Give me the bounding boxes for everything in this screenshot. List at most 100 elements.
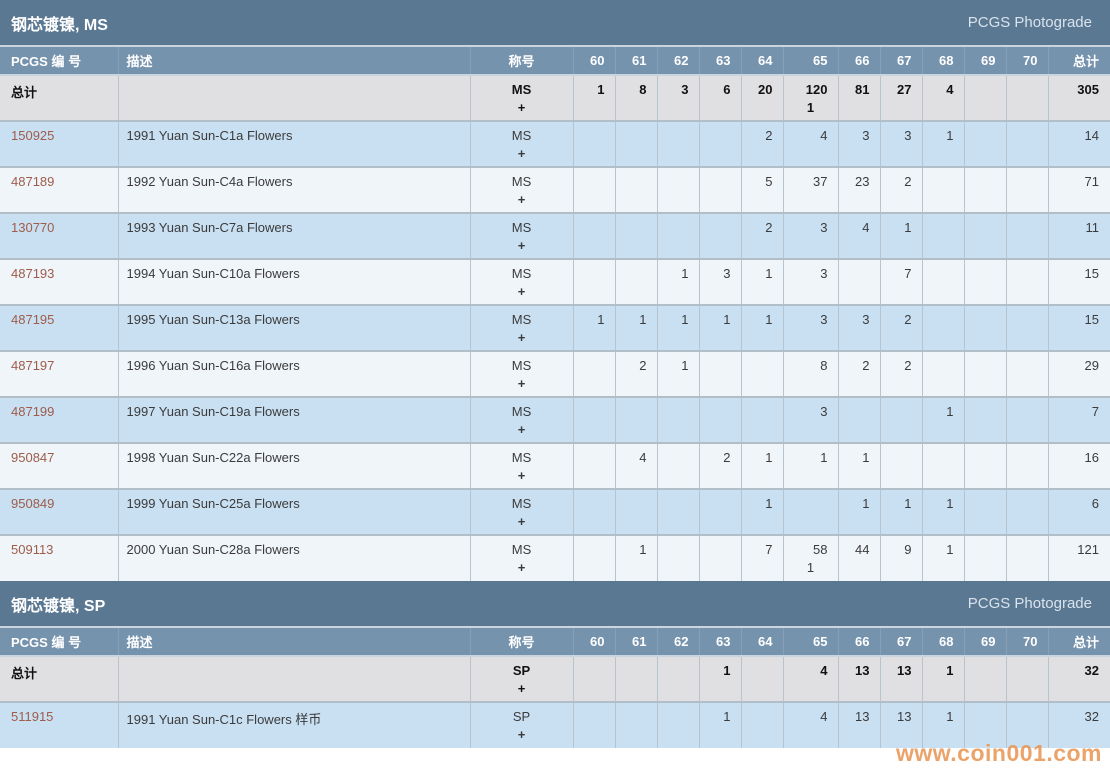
grade-61-cell: 4	[615, 443, 657, 489]
pcgs-number-link[interactable]: 511915	[11, 709, 53, 724]
sp-section-title: 钢芯镀镍, SP	[11, 592, 105, 616]
grade-60-cell: 1	[573, 305, 615, 351]
table-row: 487197 1996 Yuan Sun-C16a Flowers MS+ 2 …	[0, 351, 1110, 397]
grade-64-cell: 2	[741, 121, 783, 167]
designation-cell: SP+	[470, 702, 573, 748]
photograde-link[interactable]: PCGS Photograde	[968, 14, 1092, 31]
totals-grade-61: 8	[615, 75, 657, 121]
grade-64-cell: 5	[741, 167, 783, 213]
grade-62-cell	[657, 702, 699, 748]
grade-66-cell	[838, 259, 880, 305]
grade-60-cell	[573, 213, 615, 259]
coin-description: 1999 Yuan Sun-C25a Flowers	[118, 489, 470, 535]
grade-67-cell: 3	[880, 121, 922, 167]
col-header-designation: 称号	[470, 47, 573, 75]
grade-67-cell	[880, 397, 922, 443]
pcgs-number-link[interactable]: 487195	[11, 312, 54, 327]
designation-cell: MS+	[470, 213, 573, 259]
pcgs-number-link[interactable]: 487193	[11, 266, 54, 281]
col-header-grade-64: 64	[741, 47, 783, 75]
grade-62-cell	[657, 443, 699, 489]
col-header-grade-69: 69	[964, 628, 1006, 656]
pcgs-number-link[interactable]: 487199	[11, 404, 54, 419]
grade-70-cell	[1006, 351, 1048, 397]
totals-total: 32	[1048, 656, 1110, 702]
grade-69-cell	[964, 351, 1006, 397]
ms-section: 钢芯镀镍, MS PCGS Photograde PCGS 编 号 描述 称号 …	[0, 0, 1110, 581]
col-header-grade-69: 69	[964, 47, 1006, 75]
grade-63-cell	[699, 535, 741, 581]
ms-population-table: PCGS 编 号 描述 称号 60 61 62 63 64 65 66 67 6…	[0, 47, 1110, 581]
coin-description: 1993 Yuan Sun-C7a Flowers	[118, 213, 470, 259]
totals-grade-68: 4	[922, 75, 964, 121]
grade-67-cell: 7	[880, 259, 922, 305]
grade-61-cell	[615, 167, 657, 213]
grade-70-cell	[1006, 397, 1048, 443]
grade-68-cell	[922, 305, 964, 351]
table-row: 509113 2000 Yuan Sun-C28a Flowers MS+ 1 …	[0, 535, 1110, 581]
grade-60-cell	[573, 489, 615, 535]
grade-65-cell: 3	[783, 213, 838, 259]
photograde-link[interactable]: PCGS Photograde	[968, 595, 1092, 612]
pcgs-number-link[interactable]: 487189	[11, 174, 54, 189]
coin-description: 1991 Yuan Sun-C1a Flowers	[118, 121, 470, 167]
grade-70-cell	[1006, 213, 1048, 259]
grade-65-cell: 581	[783, 535, 838, 581]
grade-61-cell: 2	[615, 351, 657, 397]
grade-61-cell	[615, 702, 657, 748]
designation-cell: MS+	[470, 351, 573, 397]
col-header-grade-67: 67	[880, 628, 922, 656]
grade-63-cell	[699, 489, 741, 535]
grade-63-cell	[699, 351, 741, 397]
pcgs-number-link[interactable]: 509113	[11, 542, 53, 557]
col-header-total: 总计	[1048, 628, 1110, 656]
sp-section: 钢芯镀镍, SP PCGS Photograde PCGS 编 号 描述 称号 …	[0, 581, 1110, 748]
col-header-grade-61: 61	[615, 628, 657, 656]
designation-cell: SP+	[470, 656, 573, 702]
grade-62-cell	[657, 121, 699, 167]
grade-69-cell	[964, 305, 1006, 351]
designation-cell: MS+	[470, 305, 573, 351]
totals-grade-70	[1006, 75, 1048, 121]
grade-61-cell	[615, 259, 657, 305]
pcgs-number-cell: 487197	[0, 351, 118, 397]
grade-69-cell	[964, 535, 1006, 581]
pcgs-number-cell: 150925	[0, 121, 118, 167]
grade-61-cell	[615, 213, 657, 259]
col-header-grade-68: 68	[922, 47, 964, 75]
totals-label: 总计	[0, 75, 118, 121]
grade-67-cell: 13	[880, 702, 922, 748]
grade-65-cell: 3	[783, 305, 838, 351]
sp-population-table: PCGS 编 号 描述 称号 60 61 62 63 64 65 66 67 6…	[0, 628, 1110, 748]
col-header-pcgs-number: PCGS 编 号	[0, 628, 118, 656]
grade-64-cell	[741, 351, 783, 397]
grade-65-cell: 4	[783, 702, 838, 748]
totals-grade-60	[573, 656, 615, 702]
pcgs-number-link[interactable]: 150925	[11, 128, 54, 143]
grade-67-cell: 2	[880, 351, 922, 397]
grade-60-cell	[573, 167, 615, 213]
table-row: 150925 1991 Yuan Sun-C1a Flowers MS+ 2 4…	[0, 121, 1110, 167]
grade-61-cell	[615, 397, 657, 443]
coin-description: 1995 Yuan Sun-C13a Flowers	[118, 305, 470, 351]
pcgs-number-link[interactable]: 950847	[11, 450, 54, 465]
row-total-cell: 11	[1048, 213, 1110, 259]
totals-description-cell	[118, 656, 470, 702]
grade-63-cell	[699, 213, 741, 259]
pcgs-number-link[interactable]: 950849	[11, 496, 54, 511]
totals-grade-60: 1	[573, 75, 615, 121]
sp-column-header-row: PCGS 编 号 描述 称号 60 61 62 63 64 65 66 67 6…	[0, 628, 1110, 656]
designation-cell: MS+	[470, 75, 573, 121]
col-header-grade-66: 66	[838, 47, 880, 75]
pcgs-number-link[interactable]: 487197	[11, 358, 54, 373]
grade-69-cell	[964, 121, 1006, 167]
table-row: 487195 1995 Yuan Sun-C13a Flowers MS+ 1 …	[0, 305, 1110, 351]
col-header-grade-60: 60	[573, 47, 615, 75]
grade-67-cell: 1	[880, 489, 922, 535]
pcgs-number-link[interactable]: 130770	[11, 220, 54, 235]
designation-cell: MS+	[470, 489, 573, 535]
grade-61-cell: 1	[615, 305, 657, 351]
col-header-grade-66: 66	[838, 628, 880, 656]
row-total-cell: 14	[1048, 121, 1110, 167]
designation-cell: MS+	[470, 535, 573, 581]
